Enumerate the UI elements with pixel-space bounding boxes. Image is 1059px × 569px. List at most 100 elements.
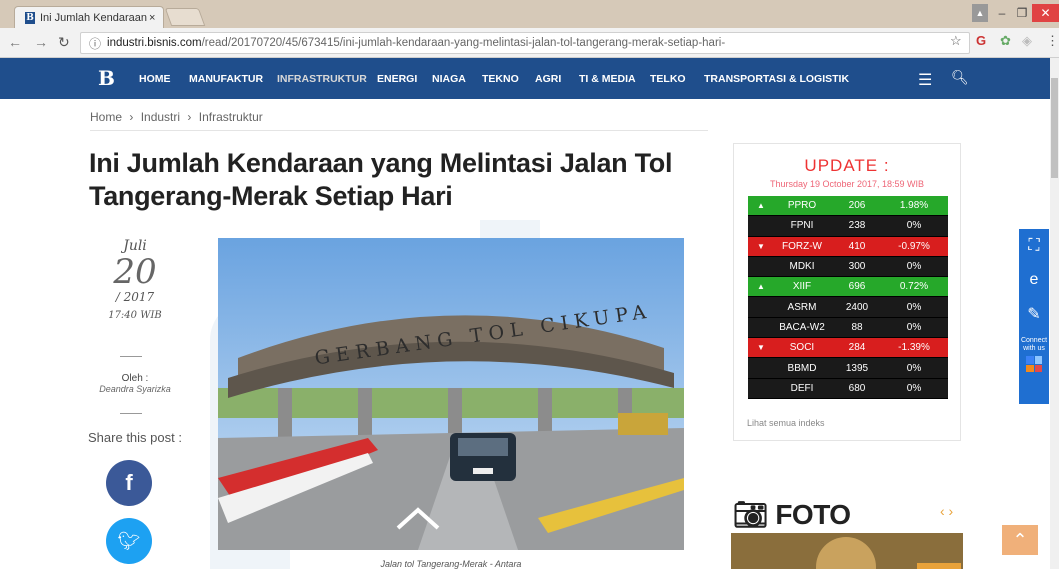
profile-icon[interactable]: ▲ [972, 4, 988, 22]
bookmark-star-icon[interactable]: ☆ [950, 33, 962, 49]
stock-price: 206 [848, 200, 866, 212]
stock-row[interactable]: ▲ PPRO 206 1.98% [748, 196, 948, 217]
nav-item-ti-media[interactable]: TI & MEDIA [579, 73, 636, 85]
nav-item-home[interactable]: HOME [139, 73, 171, 85]
stock-row[interactable]: ASRM 2400 0% [748, 297, 948, 318]
foto-section-title: 📷︎ FOTO [733, 498, 851, 531]
browser-tab[interactable]: B Ini Jumlah Kendaraan ya × [14, 6, 164, 28]
divider [120, 413, 142, 414]
info-icon[interactable]: ⓘ [89, 35, 101, 52]
breadcrumb-home[interactable]: Home [90, 110, 122, 124]
arrow-down-icon: ▼ [757, 343, 765, 353]
breadcrumb: Home › Industri › Infrastruktur [90, 110, 267, 124]
stock-row[interactable]: DEFI 680 0% [748, 378, 948, 399]
url-host: industri.bisnis.com [107, 37, 202, 49]
stock-code: FORZ-W [782, 240, 822, 252]
camera-icon: 📷︎ [733, 499, 769, 530]
stock-change: 0.72% [899, 281, 929, 293]
all-index-link[interactable]: Lihat semua indeks [747, 418, 825, 428]
stock-price: 88 [851, 321, 863, 333]
minimize-icon[interactable]: – [992, 4, 1012, 22]
stock-code: FPNI [790, 220, 814, 232]
stock-price: 2400 [845, 301, 869, 313]
foto-thumbnail[interactable] [731, 533, 963, 569]
nav-item-niaga[interactable]: NIAGA [432, 73, 466, 85]
back-icon[interactable]: ← [8, 34, 22, 50]
arrow-up-icon: ▲ [757, 282, 765, 292]
article-date: Juli 20 / 2017 17:40 WIB [100, 238, 170, 321]
stock-row[interactable]: ▼ SOCI 284 -1.39% [748, 338, 948, 359]
facebook-share-button[interactable]: f [106, 460, 152, 506]
stock-update-header: UPDATE : [804, 156, 890, 175]
social-grid-icon[interactable] [1026, 356, 1042, 372]
stock-code: BBMD [787, 362, 817, 374]
bisnis-logo[interactable]: B [98, 66, 115, 90]
shield-extension-icon[interactable]: ◈ [1022, 33, 1032, 49]
photo-caption: Jalan tol Tangerang-Merak - Antara [380, 559, 522, 569]
e-paper-icon[interactable]: e [1019, 263, 1049, 297]
date-day: 20 [113, 252, 157, 292]
magazine-icon[interactable]: ✎ [1019, 297, 1049, 331]
stock-table: ▲ PPRO 206 1.98% FPNI 238 0% ▼ FORZ-W 410 -0.97% MD… [748, 196, 948, 399]
url-field[interactable]: ⓘ industri.bisnis.com/read/20170720/45/6… [80, 32, 970, 54]
forward-icon[interactable]: → [34, 34, 48, 50]
window-close-icon[interactable]: ✕ [1032, 4, 1059, 22]
stock-update-date: Thursday 19 October 2017, 18:59 WIB [769, 179, 925, 189]
breadcrumb-separator: › [187, 110, 192, 124]
stock-row[interactable]: MDKI 300 0% [748, 256, 948, 278]
bisnis-favicon-icon: B [25, 11, 35, 24]
author-name[interactable]: Deandra Syarizka [99, 384, 171, 394]
browser-tabbar: B Ini Jumlah Kendaraan ya × ▲ – ❐ ✕ [0, 0, 1059, 28]
toll-gate-illustration: GERBANG TOL CIKUPA [218, 238, 684, 550]
tab-close-icon[interactable]: × [149, 12, 163, 24]
scrollbar-thumb[interactable] [1051, 78, 1058, 178]
new-tab-button[interactable] [164, 8, 206, 26]
address-bar-row: ← → ↻ ⓘ industri.bisnis.com/read/2017072… [0, 28, 1059, 58]
scroll-to-top-button[interactable]: ⌃ [1002, 525, 1038, 555]
stock-change: 0% [906, 321, 922, 333]
stock-price: 1395 [845, 362, 869, 374]
stock-price: 300 [848, 261, 866, 273]
stock-price: 410 [848, 240, 866, 252]
stock-change: 0% [906, 220, 922, 232]
nav-item-tekno[interactable]: TEKNO [482, 73, 519, 85]
stock-row[interactable]: BACA-W2 88 0% [748, 317, 948, 339]
foto-carousel-arrows[interactable]: ‹ › [940, 503, 953, 519]
page-scrollbar[interactable] [1050, 58, 1059, 569]
browser-menu-icon[interactable]: ⋮ [1046, 33, 1059, 49]
extension-icon[interactable]: ✿ [1000, 33, 1011, 49]
reload-icon[interactable]: ↻ [58, 34, 70, 51]
stock-change: 0% [906, 261, 922, 273]
nav-item-telko[interactable]: TELKO [650, 73, 686, 85]
stock-change: 1.98% [899, 200, 929, 212]
nav-item-transportasi[interactable]: TRANSPORTASI & LOGISTIK [704, 73, 849, 85]
search-icon[interactable]: 🔍︎ [951, 69, 969, 86]
tab-title: Ini Jumlah Kendaraan ya [40, 11, 149, 24]
stock-row[interactable]: ▲ XIIF 696 0.72% [748, 277, 948, 298]
share-label: Share this post : [88, 430, 182, 445]
stock-price: 696 [848, 281, 866, 293]
stock-row[interactable]: FPNI 238 0% [748, 216, 948, 237]
stock-code: DEFI [790, 382, 814, 394]
stock-code: SOCI [789, 342, 815, 354]
stock-row[interactable]: ▼ FORZ-W 410 -0.97% [748, 236, 948, 257]
twitter-share-button[interactable]: 🐦︎ [106, 518, 152, 564]
date-year: / 2017 [115, 290, 155, 304]
breadcrumb-infrastruktur[interactable]: Infrastruktur [199, 110, 263, 124]
nav-item-agri[interactable]: AGRI [535, 73, 561, 85]
emblem-image [816, 537, 876, 569]
bisnis-app-icon[interactable]: ⛶ [1019, 229, 1049, 263]
nav-item-energi[interactable]: ENERGI [377, 73, 417, 85]
extension-icon[interactable]: G [976, 33, 986, 48]
arrow-up-icon: ▲ [757, 201, 765, 211]
breadcrumb-industri[interactable]: Industri [141, 110, 180, 124]
breadcrumb-separator: › [129, 110, 134, 124]
nav-item-infrastruktur[interactable]: INFRASTRUKTUR [277, 73, 367, 85]
connect-label: Connect with us [1020, 337, 1048, 352]
main-navigation: B HOME MANUFAKTUR INFRASTRUKTUR ENERGI N… [0, 58, 1059, 99]
foto-label: FOTO [775, 499, 851, 530]
stock-row[interactable]: BBMD 1395 0% [748, 358, 948, 379]
maximize-icon[interactable]: ❐ [1012, 4, 1032, 22]
hamburger-menu-icon[interactable]: ☰ [918, 70, 932, 90]
nav-item-manufaktur[interactable]: MANUFAKTUR [189, 73, 263, 85]
